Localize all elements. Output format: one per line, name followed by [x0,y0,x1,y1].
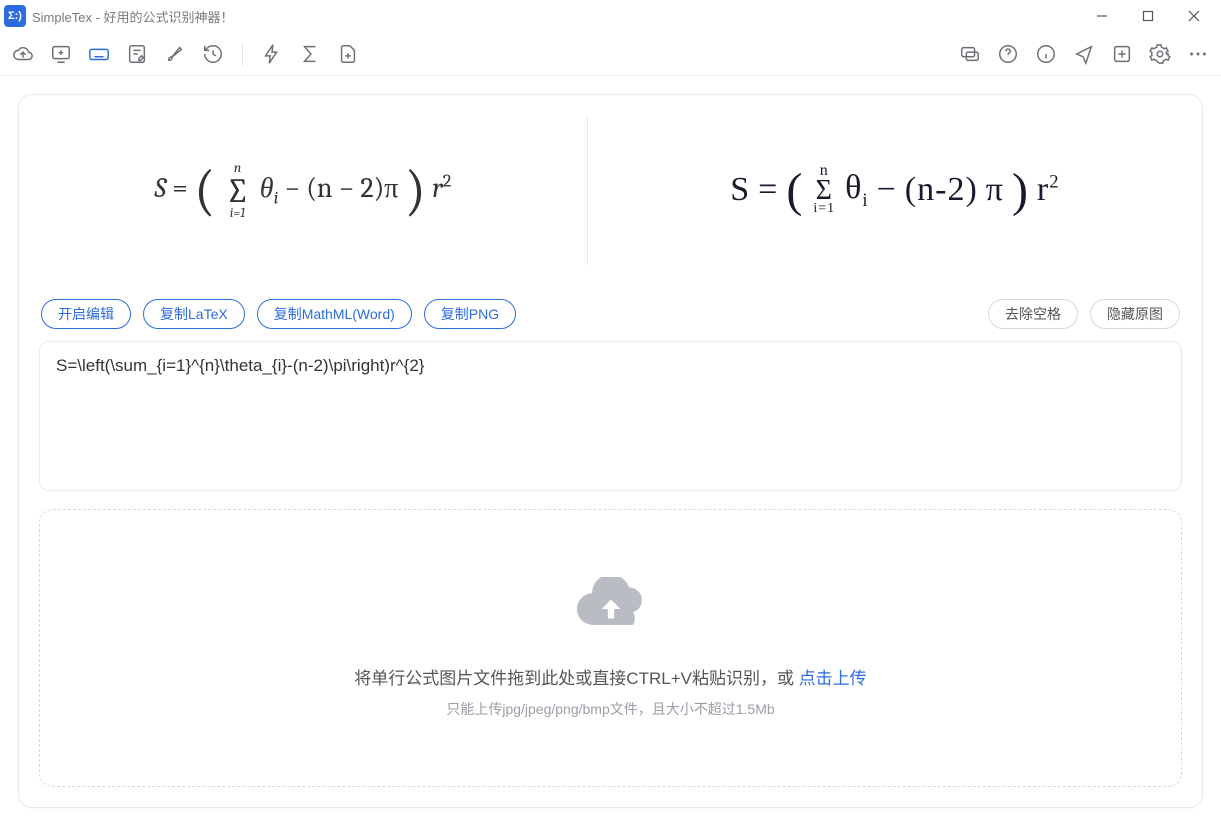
handwritten-formula: S=( nΣi=1 θi−(n-2)π )r2 [730,163,1059,218]
cloud-upload-large-icon [573,577,649,644]
document-add-icon[interactable] [335,41,361,67]
upload-hint-text: 只能上传jpg/jpeg/png/bmp文件，且大小不超过1.5Mb [446,699,774,719]
monitor-add-icon[interactable] [48,41,74,67]
share-icon[interactable] [1071,41,1097,67]
help-icon[interactable] [995,41,1021,67]
more-icon[interactable] [1185,41,1211,67]
sum-lower: i=1 [230,206,245,221]
settings-gear-icon[interactable] [1147,41,1173,67]
expand-icon[interactable] [1109,41,1135,67]
rendered-formula-pane: S = ( n ∑ i=1 θi − (n − 2)π ) r2 [19,95,587,285]
upload-dropzone[interactable]: 将单行公式图片文件拖到此处或直接CTRL+V粘贴识别，或 点击上传 只能上传jp… [39,509,1182,787]
app-logo-icon: Σ:) [4,5,26,27]
window-maximize-button[interactable] [1125,0,1171,32]
preview-row: S = ( n ∑ i=1 θi − (n − 2)π ) r2 [19,95,1202,285]
action-bar: 开启编辑 复制LaTeX 复制MathML(Word) 复制PNG 去除空格 隐… [19,285,1202,335]
upload-instruction-text: 将单行公式图片文件拖到此处或直接CTRL+V粘贴识别，或 点击上传 [354,664,866,689]
latex-output-box[interactable]: S=\left(\sum_{i=1}^{n}\theta_{i}-(n-2)\p… [39,341,1182,491]
titlebar: Σ:) SimpleTex - 好用的公式识别神器！ [0,0,1221,32]
history-icon[interactable] [200,41,226,67]
copy-latex-button[interactable]: 复制LaTeX [143,299,245,329]
window-minimize-button[interactable] [1079,0,1125,32]
cloud-upload-icon[interactable] [10,41,36,67]
info-icon[interactable] [1033,41,1059,67]
result-card: S = ( n ∑ i=1 θi − (n − 2)π ) r2 [18,94,1203,808]
rendered-formula: S = ( n ∑ i=1 θi − (n − 2)π ) r2 [155,159,452,222]
original-image-pane: S=( nΣi=1 θi−(n-2)π )r2 [588,95,1202,285]
copy-mathml-button[interactable]: 复制MathML(Word) [257,299,412,329]
keyboard-icon[interactable] [86,41,112,67]
middle-term: (n − 2)π [306,172,398,204]
brush-icon[interactable] [162,41,188,67]
r-superscript: 2 [443,170,452,191]
chat-icon[interactable] [957,41,983,67]
copy-png-button[interactable]: 复制PNG [424,299,516,329]
edit-button[interactable]: 开启编辑 [41,299,131,329]
remove-spaces-button[interactable]: 去除空格 [988,299,1078,329]
theta-subscript: i [274,187,279,208]
window-close-button[interactable] [1171,0,1217,32]
toolbar-divider [242,42,243,66]
window-title: SimpleTex - 好用的公式识别神器！ [32,7,234,26]
upload-link[interactable]: 点击上传 [799,669,867,688]
bolt-icon[interactable] [259,41,285,67]
main-toolbar [0,32,1221,76]
hide-original-button[interactable]: 隐藏原图 [1090,299,1180,329]
sigma-icon[interactable] [297,41,323,67]
edit-note-icon[interactable] [124,41,150,67]
